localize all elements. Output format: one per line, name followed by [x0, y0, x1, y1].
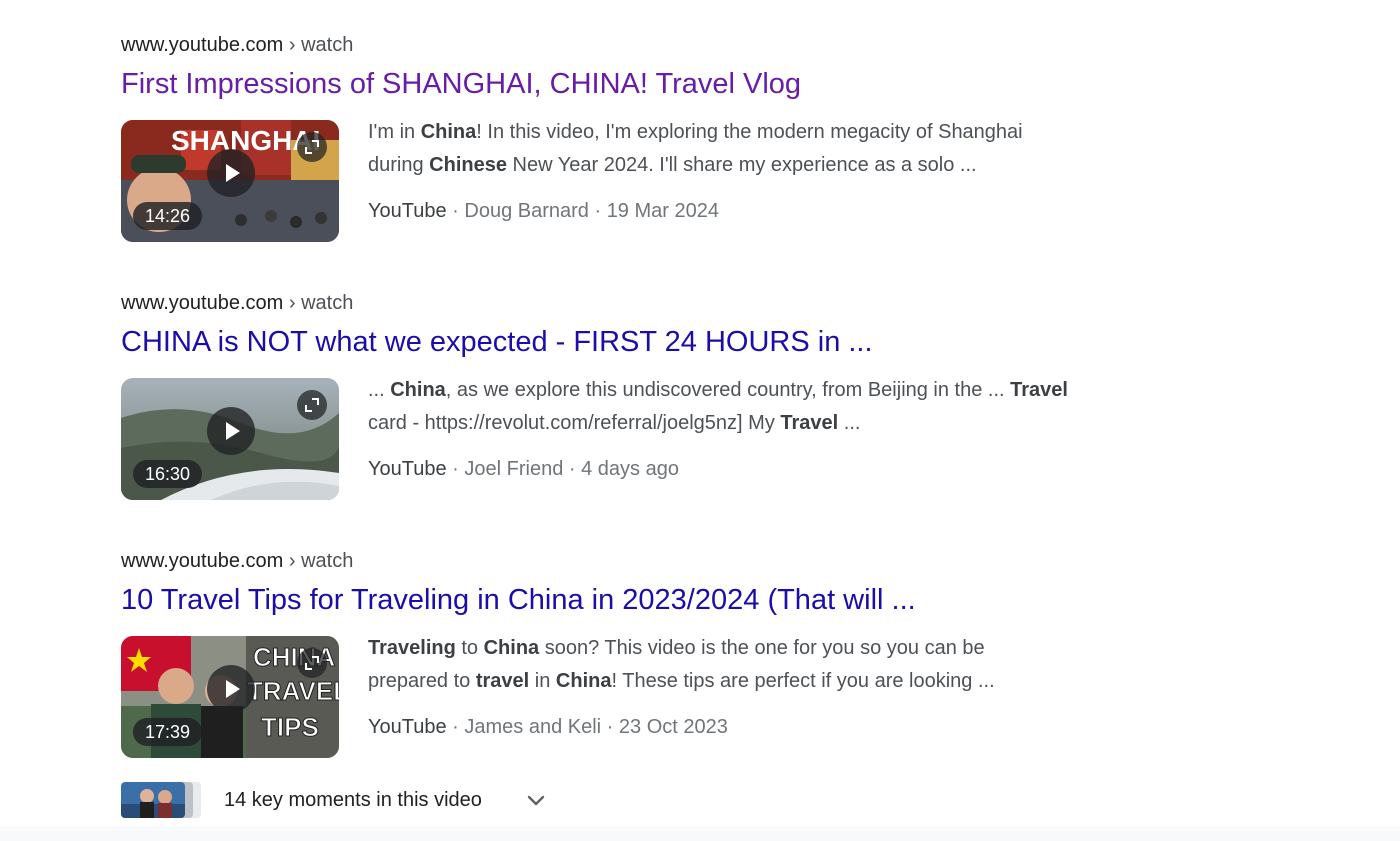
- play-icon: [207, 407, 255, 455]
- snippet-text: New Year 2024. I'll share my experience …: [506, 154, 977, 176]
- meta-separator: ·: [446, 716, 465, 738]
- video-thumbnail[interactable]: CHINA TRAVEL TIPS 17:39: [121, 636, 339, 758]
- video-duration: 14:26: [133, 202, 203, 230]
- expand-icon[interactable]: [297, 648, 327, 678]
- meta-separator: ·: [563, 458, 582, 480]
- video-duration: 17:39: [133, 718, 203, 746]
- snippet-text: , as we explore this undiscovered countr…: [445, 379, 1011, 401]
- meta-source: YouTube: [368, 200, 447, 222]
- snippet-bold-term: travel: [475, 670, 530, 692]
- search-result-1: www.youtube.com › watch First Impression…: [121, 32, 1061, 242]
- chevron-down-icon[interactable]: [525, 789, 547, 811]
- cite-domain: www.youtube.com: [121, 34, 284, 56]
- result-title-link[interactable]: First Impressions of SHANGHAI, CHINA! Tr…: [121, 66, 1061, 102]
- result-cite[interactable]: www.youtube.com › watch: [121, 548, 1061, 574]
- meta-separator: ·: [446, 458, 465, 480]
- meta-source: YouTube: [368, 458, 447, 480]
- result-title-link[interactable]: CHINA is NOT what we expected - FIRST 24…: [121, 324, 1061, 360]
- search-result-2: www.youtube.com › watch CHINA is NOT wha…: [121, 290, 1068, 500]
- result-cite[interactable]: www.youtube.com › watch: [121, 290, 1061, 316]
- snippet-bold-term: China: [390, 379, 446, 401]
- expand-icon[interactable]: [297, 132, 327, 162]
- key-moments-thumbnails: [121, 782, 203, 818]
- expand-icon[interactable]: [297, 390, 327, 420]
- snippet-bold-term: China: [483, 637, 540, 659]
- meta-channel: Joel Friend: [464, 458, 564, 480]
- meta-separator: ·: [446, 200, 465, 222]
- snippet-text: I'm in: [368, 121, 421, 143]
- video-thumbnail[interactable]: SHANGHAI 14:26: [121, 120, 339, 242]
- meta-channel: Doug Barnard: [464, 200, 589, 222]
- snippet-text: in: [529, 670, 556, 692]
- search-results-page: www.youtube.com › watch First Impression…: [0, 0, 1400, 841]
- result-title-link[interactable]: 10 Travel Tips for Traveling in China in…: [121, 582, 1061, 618]
- meta-date: 19 Mar 2024: [606, 200, 719, 222]
- key-moment-thumbnail: [121, 782, 185, 818]
- key-moments-label: 14 key moments in this video: [224, 789, 482, 811]
- meta-source: YouTube: [368, 716, 447, 738]
- snippet-bold-term: Travel: [780, 412, 839, 434]
- result-meta: YouTube · Joel Friend · 4 days ago: [368, 454, 679, 484]
- search-result-3: www.youtube.com › watch 10 Travel Tips f…: [121, 548, 1061, 758]
- snippet-text: ...: [368, 379, 391, 401]
- meta-separator: ·: [588, 200, 607, 222]
- play-icon: [207, 149, 255, 197]
- thumbnail-text-line-2: TRAVEL: [247, 676, 339, 706]
- snippet-text: card - https://revolut.com/referral/joel…: [368, 412, 781, 434]
- result-meta: YouTube · Doug Barnard · 19 Mar 2024: [368, 196, 719, 226]
- snippet-bold-term: Chinese: [429, 154, 507, 176]
- snippet-text: ! These tips are perfect if you are look…: [611, 670, 995, 692]
- snippet-bold-term: Traveling: [368, 637, 456, 659]
- cite-domain: www.youtube.com: [121, 292, 284, 314]
- snippet-bold-term: China: [555, 670, 612, 692]
- cite-domain: www.youtube.com: [121, 550, 284, 572]
- snippet-text: ...: [838, 412, 861, 434]
- meta-date: 23 Oct 2023: [618, 716, 728, 738]
- meta-channel: James and Keli: [464, 716, 602, 738]
- snippet-bold-term: China: [420, 121, 477, 143]
- snippet-bold-term: Travel: [1010, 379, 1068, 401]
- result-snippet: I'm in China! In this video, I'm explori…: [368, 116, 1068, 182]
- video-thumbnail[interactable]: 16:30: [121, 378, 339, 500]
- result-snippet: Traveling to China soon? This video is t…: [368, 632, 1068, 698]
- result-snippet: ... China, as we explore this undiscover…: [368, 374, 1068, 440]
- result-meta: YouTube · James and Keli · 23 Oct 2023: [368, 712, 728, 742]
- cite-path: › watch: [283, 292, 354, 314]
- thumbnail-text-line-3: TIPS: [261, 712, 319, 742]
- video-duration: 16:30: [133, 460, 203, 488]
- snippet-text: to: [455, 637, 484, 659]
- cite-path: › watch: [283, 34, 354, 56]
- page-bottom-edge: [0, 826, 1400, 841]
- result-cite[interactable]: www.youtube.com › watch: [121, 32, 1061, 58]
- play-icon: [207, 665, 255, 713]
- key-moments-expander[interactable]: 14 key moments in this video: [121, 782, 561, 818]
- meta-date: 4 days ago: [581, 458, 679, 480]
- cite-path: › watch: [283, 550, 354, 572]
- meta-separator: ·: [601, 716, 619, 738]
